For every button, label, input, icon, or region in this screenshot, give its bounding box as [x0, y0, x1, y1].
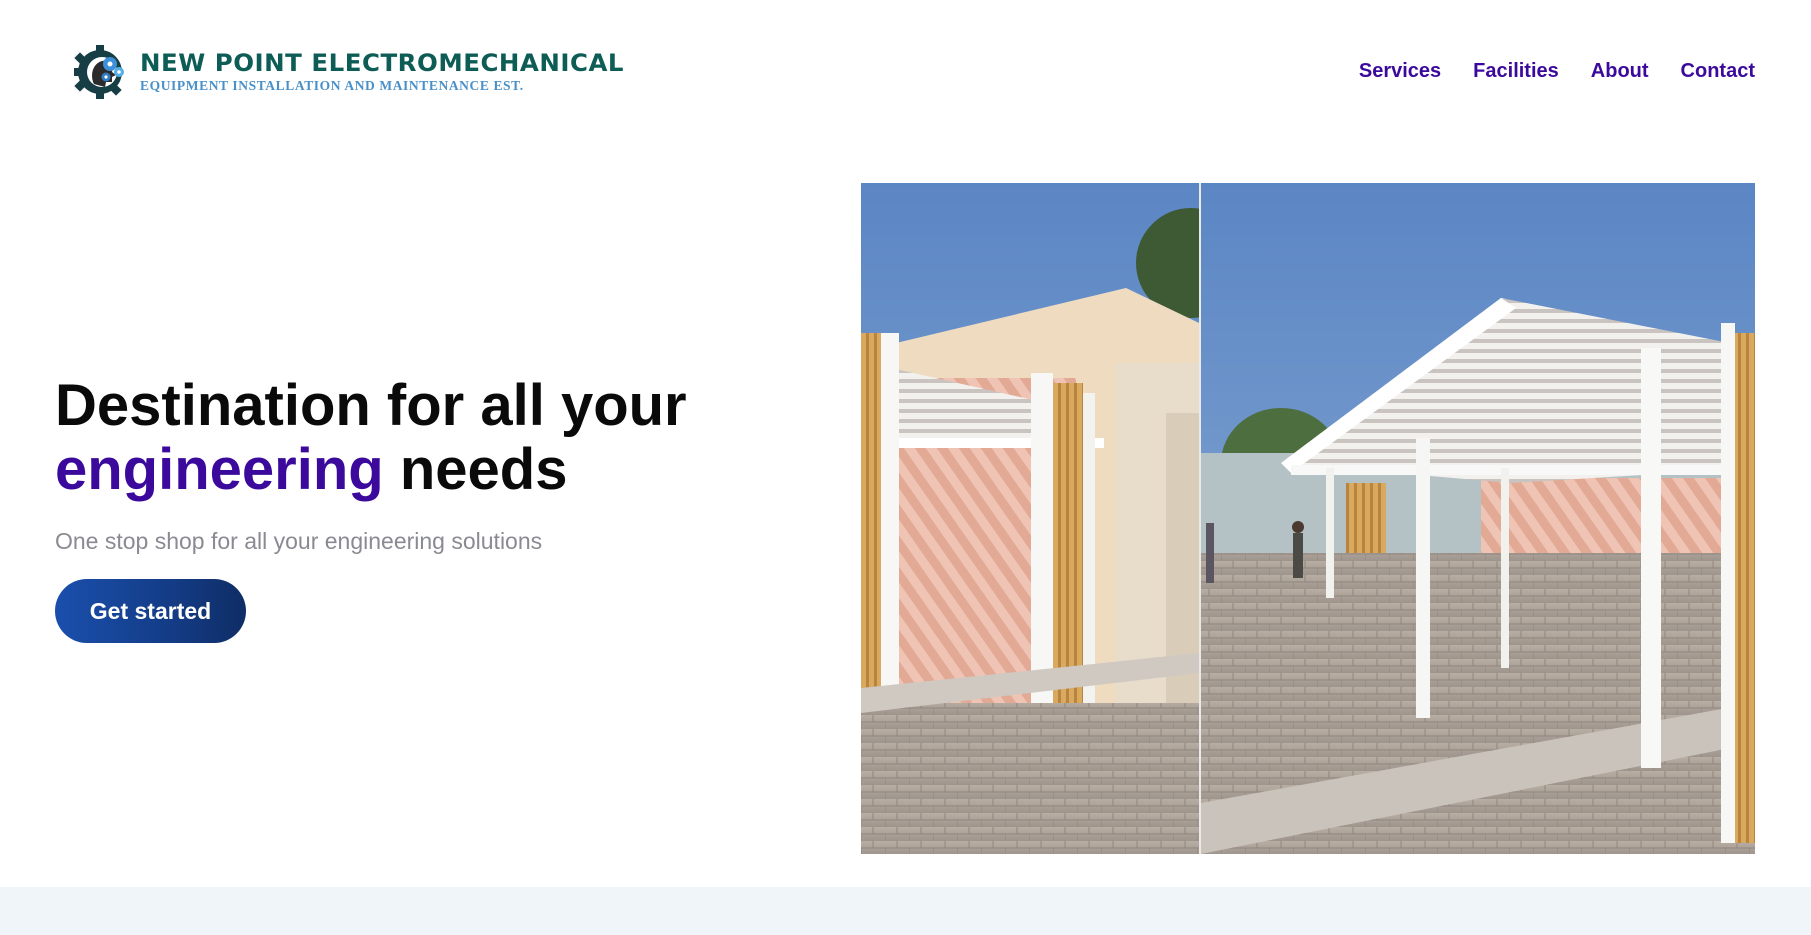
next-section-band [0, 887, 1811, 935]
hero-title-line1: Destination for all your [55, 373, 687, 438]
get-started-button[interactable]: Get started [55, 579, 246, 643]
gear-head-logo-icon [74, 45, 124, 99]
brand-name: NEW POINT ELECTROMECHANICAL [140, 49, 625, 78]
hero-title: Destination for all your engineering need… [55, 374, 687, 502]
hero-title-rest: needs [399, 437, 568, 502]
nav-link-contact[interactable]: Contact [1681, 60, 1755, 83]
pergola-carport-photo [861, 183, 1755, 854]
brand-tagline: EQUIPMENT INSTALLATION AND MAINTENANCE E… [140, 78, 524, 94]
site-header: NEW POINT ELECTROMECHANICAL EQUIPMENT IN… [0, 0, 1811, 150]
nav-link-services[interactable]: Services [1359, 60, 1441, 83]
brand-logo-link[interactable]: NEW POINT ELECTROMECHANICAL EQUIPMENT IN… [72, 42, 624, 102]
hero-image [861, 183, 1755, 854]
main-nav: Services Facilities About Contact [1359, 60, 1755, 83]
nav-link-about[interactable]: About [1591, 60, 1649, 83]
nav-link-facilities[interactable]: Facilities [1473, 60, 1559, 83]
hero-subtitle: One stop shop for all your engineering s… [55, 528, 543, 554]
brand-text: NEW POINT ELECTROMECHANICAL EQUIPMENT IN… [140, 51, 624, 94]
hero-title-accent: engineering [55, 437, 384, 502]
